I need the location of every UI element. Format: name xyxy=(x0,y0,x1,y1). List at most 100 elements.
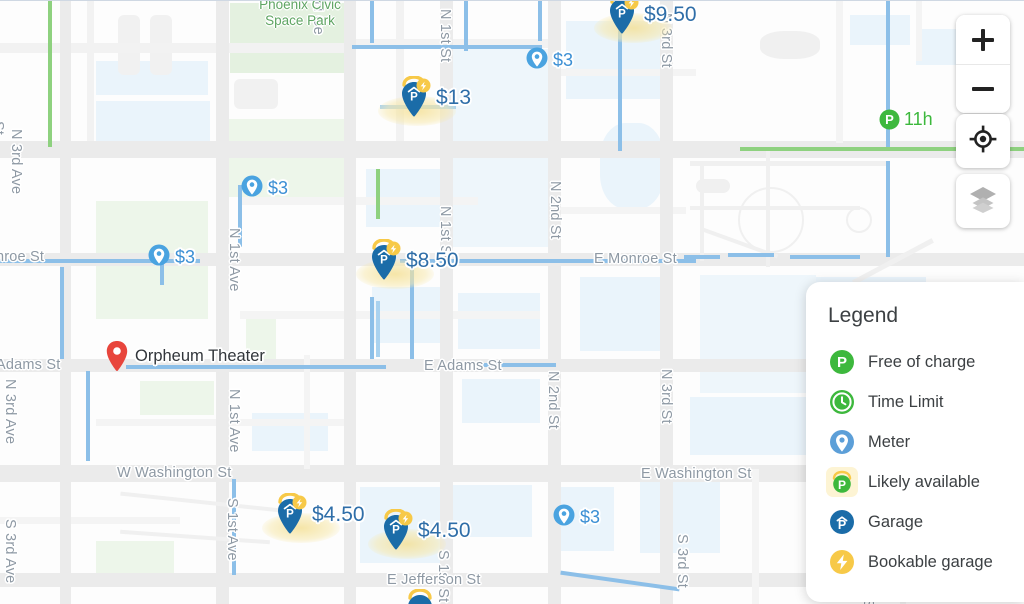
map-bike-lane xyxy=(790,255,860,259)
park-label: Phoenix Civic Space Park xyxy=(252,1,348,29)
street-label: N 2nd St xyxy=(547,181,563,240)
likely-available-icon: P xyxy=(826,467,858,497)
legend-item-label: Likely available xyxy=(868,472,980,491)
map-building xyxy=(580,277,664,351)
svg-text:P: P xyxy=(380,255,388,267)
map-road-horizontal xyxy=(0,43,348,53)
map-road-vertical xyxy=(752,469,759,604)
map-bike-lane xyxy=(464,1,468,51)
marker-price-label: $4.50 xyxy=(312,503,365,526)
locate-me-button[interactable] xyxy=(956,114,1010,168)
poi-orpheum-theater[interactable]: Orpheum Theater xyxy=(106,341,265,371)
svg-text:P: P xyxy=(618,9,626,21)
legend-item-bookable-garage[interactable]: Bookable garage xyxy=(828,542,1024,582)
street-label: S 3rd Ave xyxy=(2,519,18,584)
garage-bookable-pin-icon: P xyxy=(366,238,402,283)
plus-icon xyxy=(972,28,994,51)
legend-item-label: Bookable garage xyxy=(868,552,993,571)
map-road-horizontal xyxy=(556,69,696,76)
street-label: N 1st St xyxy=(437,9,453,63)
map-road-horizontal xyxy=(240,311,540,319)
garage-bookable-pin-icon: P xyxy=(402,588,438,604)
parking-marker-garage[interactable]: P xyxy=(402,588,438,604)
legend-item-free-of-charge[interactable]: P Free of charge xyxy=(828,342,1024,382)
marker-price-label: $4.50 xyxy=(418,519,471,542)
parking-map-app: N 3rd Ave N 3rd Ave St nroe St Adams St … xyxy=(0,0,1024,604)
legend-item-garage[interactable]: P Garage xyxy=(828,502,1024,542)
map-transit-line xyxy=(48,1,52,147)
garage-bookable-pin-icon: P xyxy=(378,508,414,553)
street-label: E Washington St xyxy=(641,466,752,482)
map-road-vertical xyxy=(660,1,673,604)
map-building xyxy=(700,275,816,393)
marker-price-label: $13 xyxy=(436,86,472,109)
meter-pin-icon xyxy=(147,244,171,270)
marker-price-label: $3 xyxy=(553,49,574,70)
garage-bookable-pin-icon: P xyxy=(604,1,640,37)
street-label: S 1st Ave xyxy=(224,498,240,561)
garage-icon: P xyxy=(828,508,856,536)
map-path xyxy=(700,161,704,261)
legend-item-time-limit[interactable]: Time Limit xyxy=(828,382,1024,422)
legend-title: Legend xyxy=(828,304,899,327)
svg-text:P: P xyxy=(286,509,294,521)
parking-marker-meter[interactable]: $3 xyxy=(525,47,573,73)
map-building xyxy=(458,293,540,349)
zoom-in-button[interactable] xyxy=(956,15,1010,64)
meter-pin-icon xyxy=(525,47,549,73)
parking-marker-garage[interactable]: P $8.50 xyxy=(356,238,459,289)
park-label-line1: Phoenix Civic xyxy=(259,1,341,12)
legend-item-likely-available[interactable]: P Likely available xyxy=(826,462,1024,502)
street-label: E Jefferson St xyxy=(387,572,481,588)
parking-marker-meter[interactable]: $3 xyxy=(147,244,195,270)
parking-marker-garage[interactable]: P $13 xyxy=(377,75,472,126)
marker-price-label: $3 xyxy=(175,246,196,267)
legend-item-label: Garage xyxy=(868,512,924,531)
street-label: N 2nd St xyxy=(545,371,561,430)
map-transit-line xyxy=(740,147,960,151)
marker-price-label: 11h xyxy=(904,109,933,129)
map-path xyxy=(696,179,730,193)
map-building xyxy=(234,79,278,109)
parking-marker-garage[interactable]: P $4.50 xyxy=(262,492,365,543)
street-label: N 3rd Ave xyxy=(8,129,24,195)
map-bike-lane xyxy=(376,301,380,357)
legend-panel: Legend P Free of charge Time Limit Meter… xyxy=(806,282,1024,602)
marker-price-label: $3 xyxy=(268,177,289,198)
zoom-controls[interactable] xyxy=(956,15,1010,113)
map-transit-line xyxy=(376,169,380,219)
svg-text:P: P xyxy=(838,518,846,532)
zoom-out-button[interactable] xyxy=(956,64,1010,113)
street-label: Adams St xyxy=(0,357,61,373)
layers-icon xyxy=(968,185,998,218)
garage-bookable-pin-icon: P xyxy=(272,492,308,537)
map-layers-button[interactable] xyxy=(956,174,1010,228)
garage-bookable-pin-icon: P xyxy=(396,75,432,120)
street-label: N 1st Ave xyxy=(226,228,242,292)
svg-text:P: P xyxy=(885,112,894,127)
minus-icon xyxy=(972,78,994,100)
map-bike-lane xyxy=(370,1,374,43)
free-of-charge-icon: P xyxy=(828,348,856,376)
map-building xyxy=(690,397,808,455)
legend-item-label: Free of charge xyxy=(868,352,976,371)
map-road-vertical xyxy=(916,1,922,61)
poi-label: Orpheum Theater xyxy=(135,346,265,365)
poi-pin-icon xyxy=(106,341,128,371)
free-of-charge-icon: P xyxy=(879,109,900,130)
parking-marker-meter[interactable]: $3 xyxy=(240,175,288,201)
svg-text:P: P xyxy=(392,525,400,537)
map-bike-lane xyxy=(684,255,720,259)
parking-marker-free[interactable]: P 11h xyxy=(879,109,933,130)
legend-item-meter[interactable]: Meter xyxy=(828,422,1024,462)
street-label: S 3rd St xyxy=(674,534,690,588)
map-building xyxy=(462,379,540,423)
map-bike-lane xyxy=(728,253,774,257)
street-label: W Washington St xyxy=(117,465,232,481)
parking-marker-garage[interactable]: P $4.50 xyxy=(368,508,471,559)
map-building xyxy=(850,15,910,45)
parking-marker-meter[interactable]: $3 xyxy=(552,504,600,530)
marker-price-label: $3 xyxy=(580,506,601,527)
map-bike-lane xyxy=(538,1,542,41)
parking-marker-garage[interactable]: P $9.50 xyxy=(594,1,697,43)
